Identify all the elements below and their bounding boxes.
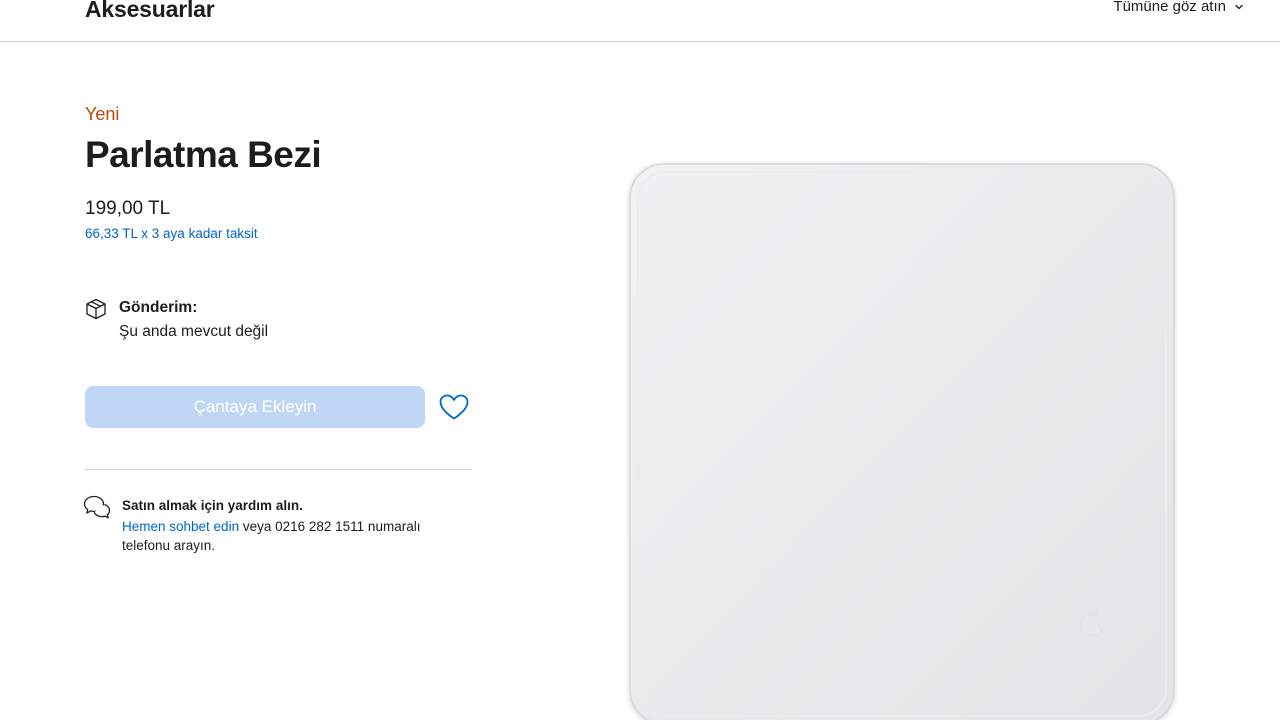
view-all-dropdown[interactable]: Tümüne göz atın [1113,0,1244,15]
installment-link[interactable]: 66,33 TL x 3 aya kadar taksit [85,226,258,241]
help-text: Hemen sohbet edin veya 0216 282 1511 num… [122,517,452,555]
chat-bubbles-icon [83,495,111,519]
new-badge: Yeni [85,104,120,124]
view-all-label: Tümüne göz atın [1113,0,1226,15]
product-title: Parlatma Bezi [85,134,322,175]
box-icon [86,298,106,320]
product-image [629,163,1175,720]
shipping-label: Gönderim: [119,299,198,316]
top-nav-bar: Aksesuarlar Tümüne göz atın [0,0,1280,42]
shipping-status: Şu anda mevcut değil [119,323,269,340]
heart-icon[interactable] [438,393,470,421]
section-title: Aksesuarlar [85,0,215,22]
chevron-down-icon [1235,4,1243,9]
add-to-bag-button[interactable]: Çantaya Ekleyin [85,386,425,428]
product-price: 199,00 TL [85,198,171,219]
divider [85,469,471,470]
chat-now-link[interactable]: Hemen sohbet edin [122,519,239,534]
help-title: Satın almak için yardım alın. [122,498,303,513]
